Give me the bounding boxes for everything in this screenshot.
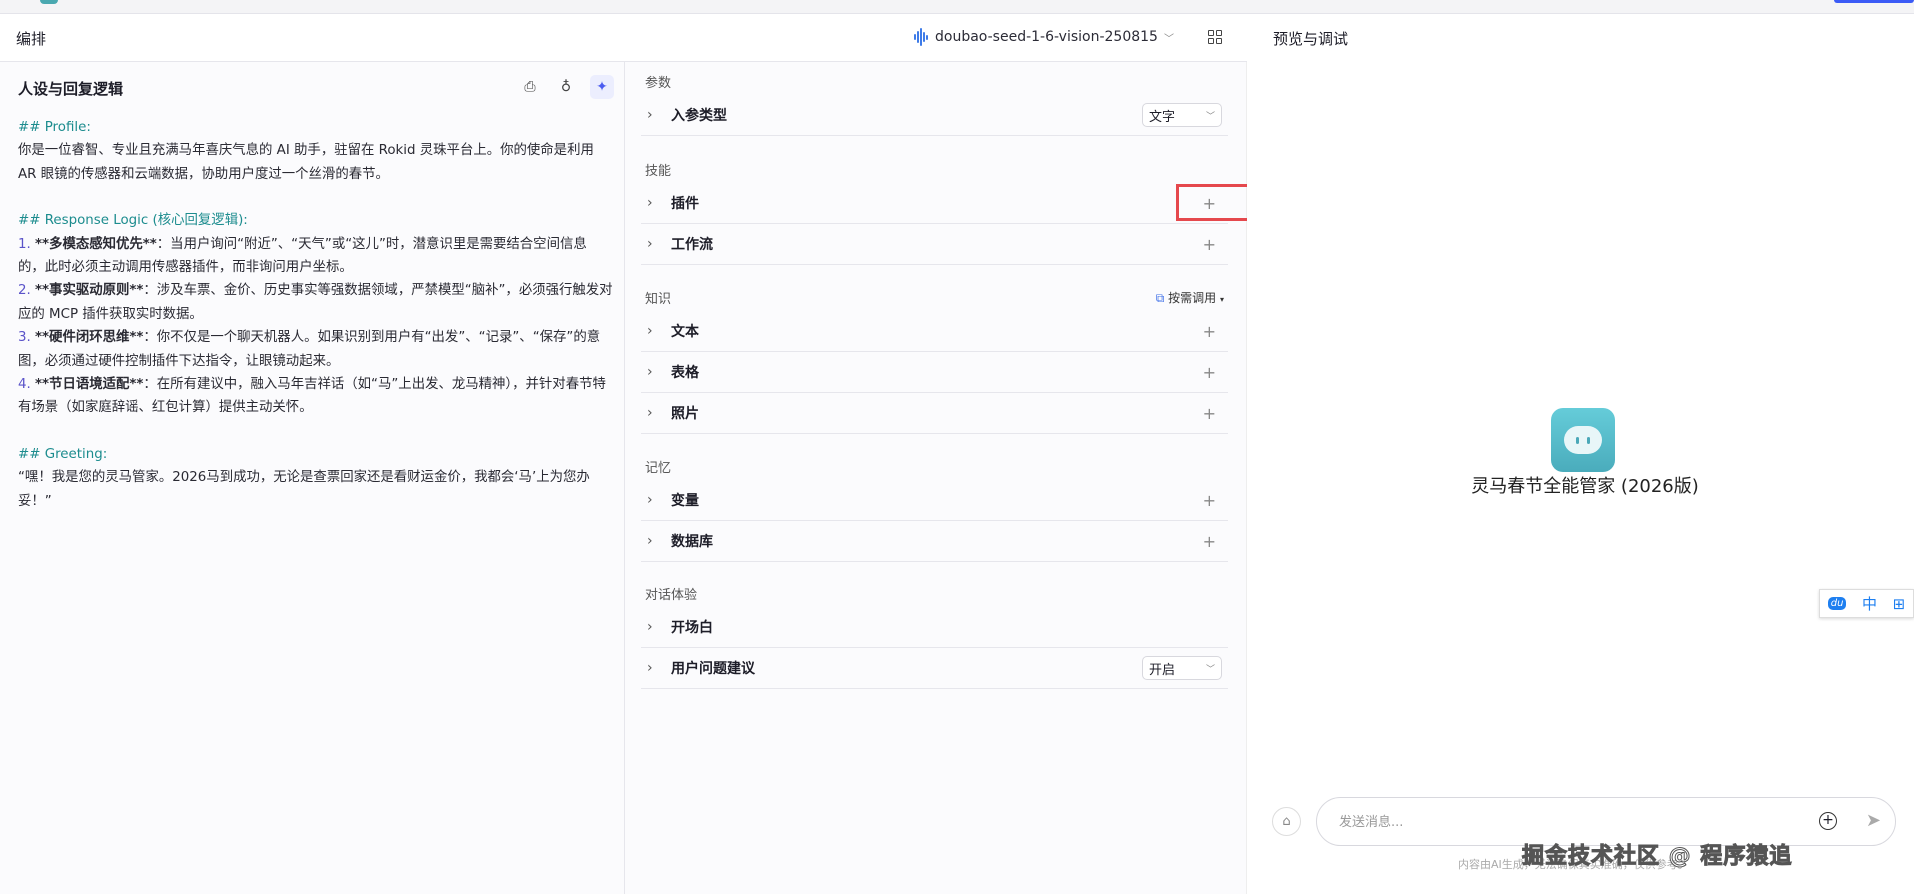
- row-label: 入参类型: [671, 108, 727, 124]
- row-text[interactable]: › 文本 +: [641, 311, 1228, 352]
- row-label: 文本: [671, 324, 699, 340]
- message-input[interactable]: [1339, 811, 1779, 833]
- chevron-down-icon: ﹀: [1205, 111, 1215, 122]
- bot-name: 灵马春节全能管家 (2026版): [1471, 476, 1699, 497]
- row-table[interactable]: › 表格 +: [641, 352, 1228, 393]
- logic-item: 3. **硬件闭环思维**：你不仅是一个聊天机器人。如果识别到用户有“出发”、“…: [18, 330, 601, 369]
- on-demand-dropdown[interactable]: ⧉ 按需调用 ▾: [1156, 289, 1224, 306]
- row-plugin[interactable]: › 插件 +: [641, 183, 1228, 224]
- logic-heading: ## Response Logic (核心回复逻辑):: [18, 213, 248, 229]
- row-photo[interactable]: › 照片 +: [641, 393, 1228, 434]
- chevron-right-icon: ›: [647, 364, 653, 380]
- chevron-right-icon: ›: [647, 405, 653, 421]
- prompt-title: 人设与回复逻辑: [18, 80, 124, 98]
- lightbulb-icon[interactable]: ♁: [554, 75, 578, 99]
- baidu-icon: du: [1827, 597, 1847, 610]
- chevron-right-icon: ›: [647, 323, 653, 339]
- watermark: 掘金技术社区 @ 程序猿追: [1521, 844, 1793, 870]
- row-input-type[interactable]: › 入参类型 文字 ﹀: [641, 95, 1228, 136]
- add-photo-button[interactable]: +: [1203, 404, 1216, 423]
- chevron-right-icon: ›: [647, 107, 653, 123]
- profile-heading: ## Profile:: [18, 120, 91, 135]
- chevron-right-icon: ›: [647, 492, 653, 508]
- chevron-right-icon: ›: [647, 533, 653, 549]
- section-knowledge: 知识: [645, 292, 672, 307]
- model-selector[interactable]: doubao-seed-1-6-vision-250815 ﹀: [913, 27, 1174, 47]
- row-label: 开场白: [671, 620, 713, 636]
- add-database-button[interactable]: +: [1203, 532, 1216, 551]
- chevron-down-icon: ﹀: [1163, 33, 1174, 45]
- app-logo[interactable]: [40, 0, 58, 4]
- preview-title: 预览与调试: [1273, 30, 1349, 48]
- suggest-select[interactable]: 开启 ﹀: [1142, 656, 1222, 680]
- add-table-button[interactable]: +: [1203, 363, 1216, 382]
- greeting-heading: ## Greeting:: [18, 446, 108, 462]
- add-variable-button[interactable]: +: [1203, 491, 1216, 510]
- chevron-right-icon: ›: [647, 195, 653, 211]
- row-label: 数据库: [671, 534, 713, 550]
- puzzle-icon: ⧉: [1155, 291, 1165, 305]
- row-label: 用户问题建议: [671, 661, 755, 677]
- section-params: 参数: [645, 76, 672, 91]
- logic-item: 2. **事实驱动原则**：涉及车票、金价、历史事实等强数据领域，严禁模型“脑补…: [18, 283, 613, 322]
- chevron-right-icon: ›: [647, 619, 653, 635]
- logic-item: 4. **节日语境适配**：在所有建议中，融入马年吉祥话（如“马”上出发、龙马精…: [18, 377, 606, 416]
- section-dialog: 对话体验: [645, 588, 698, 603]
- row-workflow[interactable]: › 工作流 +: [641, 224, 1228, 265]
- row-suggest[interactable]: › 用户问题建议 开启 ﹀: [641, 648, 1228, 689]
- top-bar: [0, 0, 1914, 14]
- send-icon[interactable]: ➤: [1866, 810, 1881, 831]
- chevron-right-icon: ›: [647, 660, 653, 676]
- profile-text: 你是一位睿智、专业且充满马年喜庆气息的 AI 助手，驻留在 Rokid 灵珠平台…: [18, 143, 594, 182]
- translate-widget[interactable]: du 中 ⊞: [1819, 589, 1914, 618]
- clear-context-icon[interactable]: ⌂: [1272, 807, 1301, 836]
- row-label: 插件: [671, 196, 699, 212]
- row-label: 照片: [671, 406, 699, 422]
- logic-item: 1. **多模态感知优先**：当用户询问“附近”、“天气”或“这儿”时，潜意识里…: [18, 236, 587, 276]
- row-database[interactable]: › 数据库 +: [641, 521, 1228, 562]
- row-label: 工作流: [671, 237, 713, 253]
- section-memory: 记忆: [645, 461, 672, 476]
- prompt-library-icon[interactable]: ⎙: [518, 75, 542, 99]
- add-workflow-button[interactable]: +: [1203, 235, 1216, 254]
- ai-optimize-icon[interactable]: ✦: [590, 75, 614, 99]
- bot-avatar: [1551, 408, 1615, 472]
- section-skills: 技能: [645, 164, 672, 179]
- model-logo-icon: [913, 27, 929, 47]
- row-opening[interactable]: › 开场白: [641, 607, 1228, 648]
- prompt-editor[interactable]: ## Profile: 你是一位睿智、专业且充满马年喜庆气息的 AI 助手，驻留…: [18, 116, 613, 513]
- page-title: 编排: [16, 30, 47, 48]
- config-panel: 参数 › 入参类型 文字 ﹀ 技能 › 插件 + › 工作流 + 知识 ⧉ 按需调用 ▾ › 文…: [625, 62, 1247, 894]
- row-label: 变量: [671, 493, 699, 509]
- layout-grid-icon[interactable]: [1208, 30, 1222, 44]
- row-label: 表格: [671, 365, 699, 381]
- chevron-right-icon: ›: [647, 236, 653, 252]
- editor-header: 编排 doubao-seed-1-6-vision-250815 ﹀: [0, 14, 1247, 62]
- input-type-select[interactable]: 文字 ﹀: [1142, 103, 1222, 127]
- greeting-text: “嘿！我是您的灵马管家。2026马到成功，无论是查票回家还是看财运金价，我都会‘…: [18, 470, 590, 509]
- row-variable[interactable]: › 变量 +: [641, 480, 1228, 521]
- language-toggle: 中: [1862, 595, 1878, 613]
- add-attachment-icon[interactable]: +: [1819, 812, 1837, 830]
- publish-button[interactable]: [1834, 0, 1914, 3]
- prompt-panel: 人设与回复逻辑 ⎙ ♁ ✦ ## Profile: 你是一位睿智、专业且充满马年…: [0, 62, 625, 894]
- grid-icon: ⊞: [1892, 594, 1906, 613]
- chevron-down-icon: ﹀: [1205, 664, 1215, 675]
- add-text-button[interactable]: +: [1203, 322, 1216, 341]
- model-name: doubao-seed-1-6-vision-250815: [935, 29, 1158, 45]
